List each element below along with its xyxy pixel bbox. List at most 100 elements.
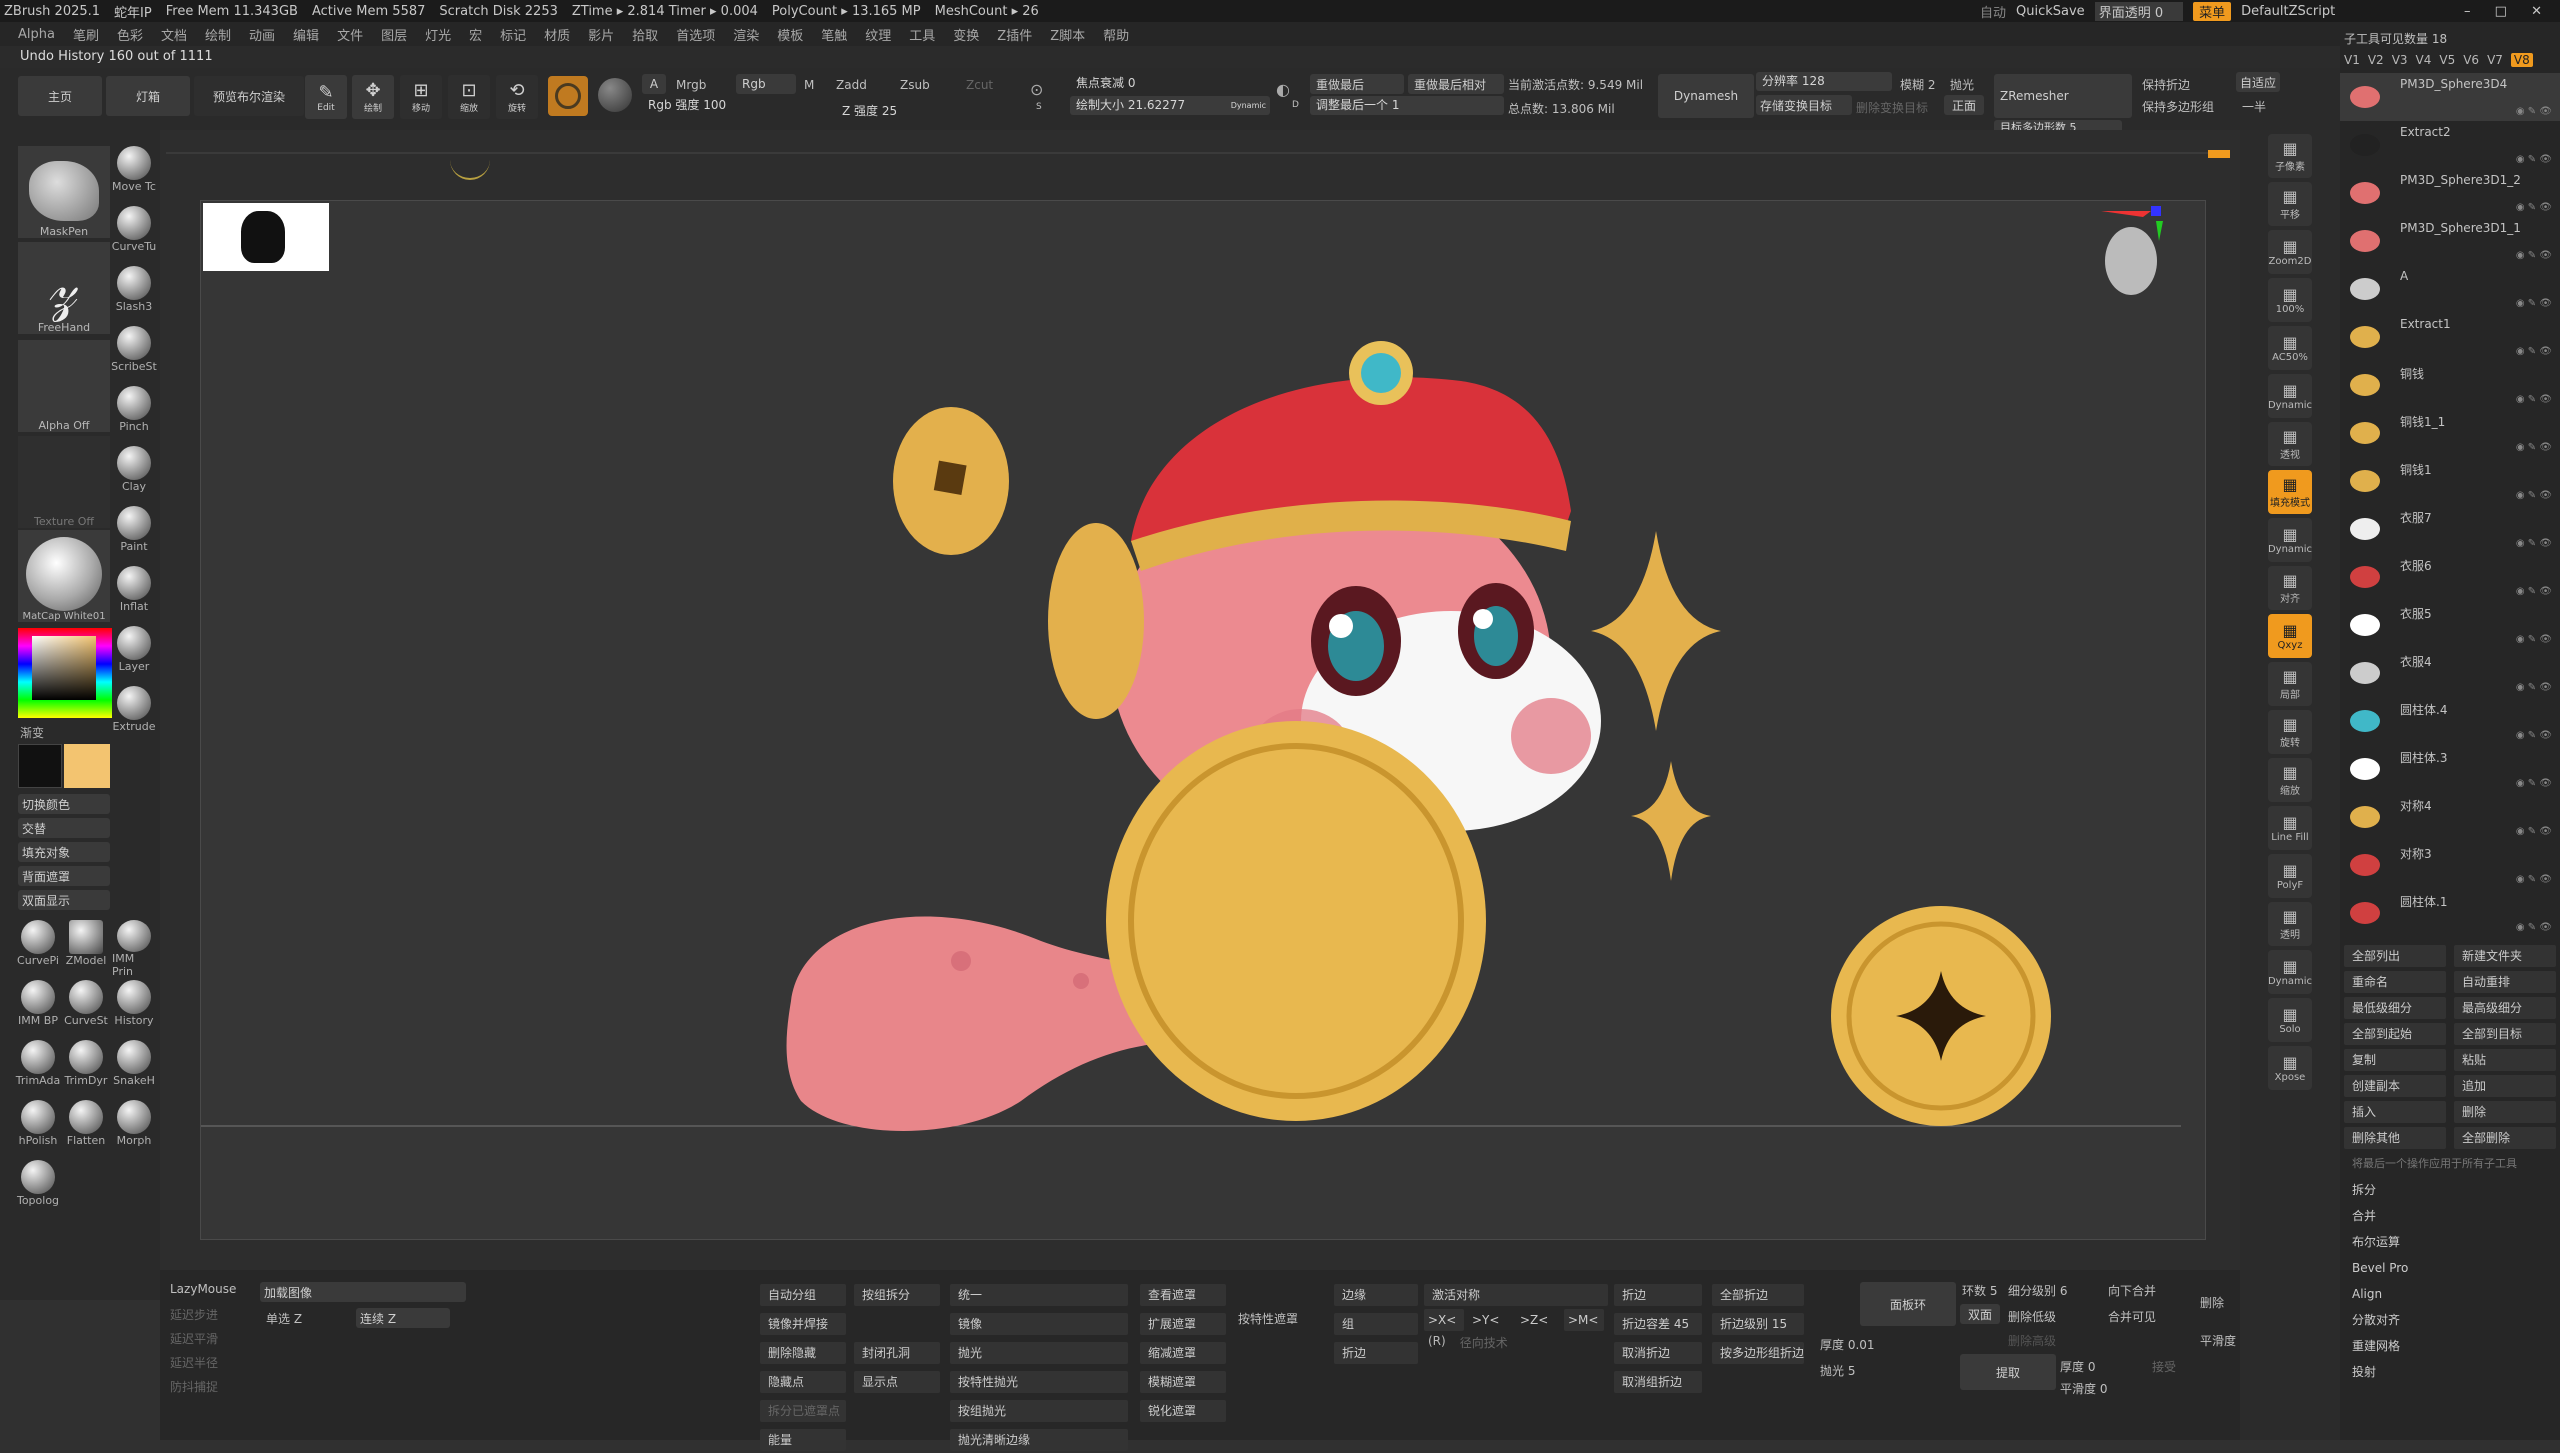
mirror-button[interactable]: 镜像 [950, 1313, 1128, 1335]
brush-extrude[interactable]: Extrude [112, 686, 156, 744]
brush-pinch[interactable]: Pinch [112, 386, 156, 444]
menu-item-2[interactable]: 色彩 [117, 25, 143, 44]
menu-item-18[interactable]: 笔触 [821, 25, 847, 44]
model-viewport[interactable] [201, 201, 2207, 1241]
subtool-item[interactable]: 衣服4 ◉ ✎ 👁 [2340, 649, 2560, 697]
menu-item-22[interactable]: Z插件 [997, 25, 1032, 44]
loops-slider[interactable]: 环数 5 [1962, 1282, 1997, 1299]
sym-x-toggle[interactable]: >X< [1424, 1309, 1464, 1331]
color-picker[interactable] [18, 628, 112, 718]
subtool-item[interactable]: PM3D_Sphere3D1_1 ◉ ✎ 👁 [2340, 217, 2560, 265]
subtool-action-button[interactable]: 追加 [2454, 1075, 2556, 1097]
right-shelf-button-2[interactable]: ▦ Zoom2D [2268, 230, 2312, 274]
merge-down-button[interactable]: 向下合并 [2108, 1282, 2156, 1299]
shrink-mask-button[interactable]: 缩减遮罩 [1140, 1342, 1226, 1364]
view-mask-button[interactable]: 查看遮罩 [1140, 1284, 1226, 1306]
secondary-color-swatch[interactable] [64, 744, 110, 788]
polish-crisp-edges-slider[interactable]: 抛光清晰边缘 [950, 1429, 1128, 1451]
mirror-weld-button[interactable]: 镜像并焊接 [760, 1313, 846, 1335]
quicksave-button[interactable]: QuickSave [2016, 4, 2085, 19]
menu-item-17[interactable]: 模板 [777, 25, 803, 44]
delete-hidden-button[interactable]: 删除隐藏 [760, 1342, 846, 1364]
right-shelf-button-0[interactable]: ▦ 子像素 [2268, 134, 2312, 178]
menu-item-16[interactable]: 渲染 [733, 25, 759, 44]
visibility-eye-icon[interactable]: ◉ ✎ 👁 [2516, 586, 2552, 597]
subtool-action-button[interactable]: 最低级细分 [2344, 997, 2446, 1019]
groups-split-button[interactable]: 按组拆分 [854, 1284, 940, 1306]
polish-slider[interactable]: 抛光 [950, 1342, 1128, 1364]
subtool-action-button[interactable]: 全部列出 [2344, 945, 2446, 967]
subtool-item[interactable]: 衣服7 ◉ ✎ 👁 [2340, 505, 2560, 553]
subtool-item[interactable]: 铜钱1 ◉ ✎ 👁 [2340, 457, 2560, 505]
brush-slot-maskpen[interactable]: MaskPen [18, 146, 110, 238]
menu-item-7[interactable]: 文件 [337, 25, 363, 44]
thickness-slider[interactable]: 厚度 0.01 [1820, 1336, 1875, 1353]
z-intensity-slider[interactable]: Z 强度 25 [836, 102, 996, 121]
visibility-eye-icon[interactable]: ◉ ✎ 👁 [2516, 202, 2552, 213]
subtool-action-button[interactable]: 将最后一个操作应用于所有子工具 [2344, 1153, 2556, 1175]
right-shelf-button-16[interactable]: ▦ 透明 [2268, 902, 2312, 946]
right-shelf-button-19[interactable]: ▦ Xpose [2268, 1046, 2312, 1090]
subtool-action-button[interactable]: Align [2344, 1283, 2556, 1305]
blur-slider[interactable]: 模糊 2 [1900, 76, 1935, 93]
right-shelf-button-13[interactable]: ▦ 缩放 [2268, 758, 2312, 802]
brush-morph[interactable]: Morph [112, 1100, 156, 1158]
brush-slash3[interactable]: Slash3 [112, 266, 156, 324]
canvas-scroll-handle[interactable] [2208, 150, 2230, 158]
blur-mask-button[interactable]: 模糊遮罩 [1140, 1371, 1226, 1393]
crease-all-button[interactable]: 全部折边 [1712, 1284, 1804, 1306]
menu-item-0[interactable]: Alpha [18, 27, 55, 42]
right-shelf-button-10[interactable]: ▦ Qxyz [2268, 614, 2312, 658]
right-shelf-button-17[interactable]: ▦ Dynamic [2268, 950, 2312, 994]
brush-move[interactable]: Move Tc [112, 146, 156, 204]
version-tab-5[interactable]: V6 [2463, 53, 2479, 67]
grow-mask-button[interactable]: 扩展遮罩 [1140, 1313, 1226, 1335]
lazyradius-slider[interactable]: 延迟半径 [170, 1354, 218, 1371]
draw-button[interactable]: ✥ 绘制 [352, 75, 394, 119]
lazystep-slider[interactable]: 延迟步进 [170, 1306, 218, 1323]
resolution-slider[interactable]: 分辨率 128 [1756, 72, 1892, 91]
rotate-button[interactable]: ⟲ 旋转 [496, 75, 538, 119]
version-tab-7[interactable]: V8 [2510, 53, 2533, 67]
subtool-item[interactable]: 衣服6 ◉ ✎ 👁 [2340, 553, 2560, 601]
right-shelf-button-9[interactable]: ▦ 对齐 [2268, 566, 2312, 610]
subtool-item[interactable]: A ◉ ✎ 👁 [2340, 265, 2560, 313]
close-holes-button[interactable]: 封闭孔洞 [854, 1342, 940, 1364]
bpr-button[interactable]: 预览布尔渲染 [194, 76, 304, 116]
double-toggle[interactable]: 双面 [1960, 1304, 2000, 1324]
visibility-eye-icon[interactable]: ◉ ✎ 👁 [2516, 538, 2552, 549]
half-toggle[interactable]: 一半 [2242, 98, 2266, 115]
single-z-toggle[interactable]: 单选 Z [266, 1310, 302, 1327]
polish-by-features-slider[interactable]: 按特性抛光 [950, 1371, 1128, 1393]
unify-button[interactable]: 统一 [950, 1284, 1128, 1306]
subtool-item[interactable]: 圆柱体.3 ◉ ✎ 👁 [2340, 745, 2560, 793]
uncrease-button[interactable]: 取消折边 [1614, 1342, 1702, 1364]
brush-history[interactable]: History [112, 980, 156, 1038]
right-shelf-button-4[interactable]: ▦ AC50% [2268, 326, 2312, 370]
visibility-eye-icon[interactable]: ◉ ✎ 👁 [2516, 250, 2552, 261]
subtool-action-button[interactable]: 自动重排 [2454, 971, 2556, 993]
a-toggle[interactable]: A [642, 74, 666, 94]
delete-lower-button[interactable]: 删除低级 [2008, 1308, 2056, 1325]
replay-last-relative-button[interactable]: 重做最后相对 [1408, 74, 1504, 94]
alpha-slot[interactable]: Alpha Off [18, 340, 110, 432]
subtool-item[interactable]: PM3D_Sphere3D1_2 ◉ ✎ 👁 [2340, 169, 2560, 217]
visibility-eye-icon[interactable]: ◉ ✎ 👁 [2516, 490, 2552, 501]
subtool-item[interactable]: Extract2 ◉ ✎ 👁 [2340, 121, 2560, 169]
texture-slot[interactable]: Texture Off [18, 436, 110, 528]
brush-imm-primitives[interactable]: IMM Prin [112, 920, 156, 978]
brush-layer[interactable]: Layer [112, 626, 156, 684]
zadd-toggle[interactable]: Zadd [836, 78, 867, 92]
visibility-eye-icon[interactable]: ◉ ✎ 👁 [2516, 346, 2552, 357]
uncrease-groups-button[interactable]: 取消组折边 [1614, 1371, 1702, 1393]
mask-by-features-button[interactable]: 按特性遮罩 [1238, 1310, 1298, 1327]
move-button[interactable]: ⊞ 移动 [400, 75, 442, 119]
subdiv-slider[interactable]: 细分级别 6 [2008, 1282, 2067, 1299]
subtool-action-button[interactable]: 新建文件夹 [2454, 945, 2556, 967]
edge-toggle[interactable]: 边缘 [1334, 1284, 1418, 1306]
subtool-item[interactable]: 对称3 ◉ ✎ 👁 [2340, 841, 2560, 889]
radial-tech-slider[interactable]: 径向技术 [1460, 1334, 1508, 1351]
version-tab-2[interactable]: V3 [2392, 53, 2408, 67]
visibility-eye-icon[interactable]: ◉ ✎ 👁 [2516, 394, 2552, 405]
subtool-item[interactable]: 圆柱体.1 ◉ ✎ 👁 [2340, 889, 2560, 937]
